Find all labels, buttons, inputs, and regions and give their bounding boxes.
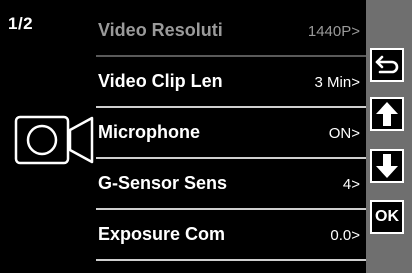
arrow-up-icon [376,102,398,126]
arrow-down-icon [376,154,398,178]
menu-item-value: 1440P> [307,23,360,40]
down-button[interactable] [370,149,404,183]
menu-item-value: 4> [342,176,360,193]
menu-item-exposure-compensation[interactable]: Exposure Com 0.0> [96,210,366,261]
camera-settings-screen: 1/2 Video Resoluti 1440P> Video Clip Len… [0,0,412,273]
side-control-panel: OK [366,0,412,273]
ok-button[interactable]: OK [370,200,404,234]
menu-item-label: G-Sensor Sens [98,173,228,193]
menu-item-g-sensor-sensitivity[interactable]: G-Sensor Sens 4> [96,159,366,210]
menu-item-video-clip-length[interactable]: Video Clip Len 3 Min> [96,57,366,108]
menu-item-label: Video Clip Len [98,71,223,91]
return-arrow-icon [375,55,399,74]
menu-item-value: ON> [328,125,360,142]
page-indicator: 1/2 [8,14,34,33]
back-button[interactable] [370,48,404,82]
menu-item-label: Exposure Com [98,224,226,244]
divider [96,259,366,261]
ok-button-label: OK [375,208,399,225]
menu-item-value: 0.0> [330,227,360,244]
menu-item-value: 3 Min> [314,74,360,91]
menu-item-microphone[interactable]: Microphone ON> [96,108,366,159]
up-button[interactable] [370,97,404,131]
settings-menu: Video Resoluti 1440P> Video Clip Len 3 M… [96,6,366,261]
video-camera-icon [14,112,96,170]
menu-item-video-resolution[interactable]: Video Resoluti 1440P> [96,6,366,57]
menu-item-label: Video Resoluti [98,20,223,40]
menu-item-label: Microphone [98,122,200,142]
